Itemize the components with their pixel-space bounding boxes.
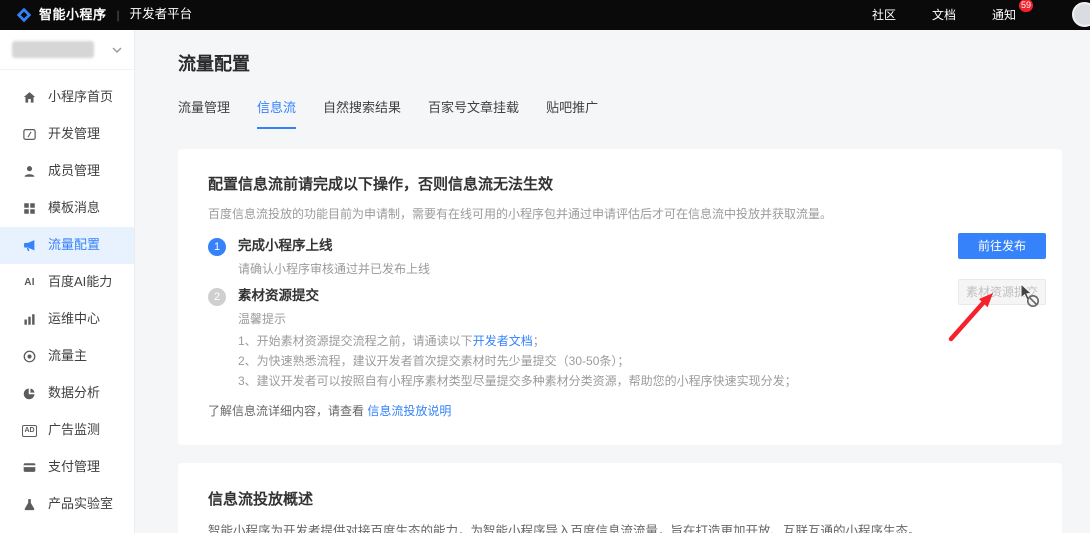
go-publish-button[interactable]: 前往发布 (958, 233, 1046, 259)
step-1-desc: 请确认小程序审核通过并已发布上线 (238, 261, 430, 278)
sidebar-item-label: 广告监测 (48, 421, 100, 439)
nav-docs-link[interactable]: 文档 (932, 7, 956, 24)
notification-badge: 59 (1019, 0, 1033, 12)
step-publish: 1 完成小程序上线 请确认小程序审核通过并已发布上线 (208, 237, 1032, 278)
step-2-title: 素材资源提交 (238, 287, 797, 306)
setup-card: 配置信息流前请完成以下操作，否则信息流无法生效 百度信息流投放的功能目前为申请制… (178, 149, 1062, 445)
tip-text: 3、建议开发者可以按照自有小程序素材类型尽量提交多种素材分类资源，帮助您的小程序… (238, 374, 797, 388)
product-lab-icon (22, 497, 37, 512)
sidebar-menu: 小程序首页 开发管理 成员管理 模板消息 流量配置 (0, 70, 134, 523)
overview-paragraph: 智能小程序为开发者提供对接百度生态的能力，为智能小程序导入百度信息流流量，旨在打… (208, 523, 1032, 533)
sidebar-item-label: 成员管理 (48, 162, 100, 180)
sidebar-item-data-analytics[interactable]: 数据分析 (0, 375, 134, 412)
sidebar-item-product-lab[interactable]: 产品实验室 (0, 486, 134, 523)
tip-item: 3、建议开发者可以按照自有小程序素材类型尽量提交多种素材分类资源，帮助您的小程序… (238, 371, 797, 391)
data-analytics-icon (22, 386, 37, 401)
sidebar-item-home[interactable]: 小程序首页 (0, 79, 134, 116)
tip-item: 2、为快速熟悉流程，建议开发者首次提交素材时先少量提交（30-50条）； (238, 351, 797, 371)
step-1-title: 完成小程序上线 (238, 237, 430, 256)
sidebar-item-label: 百度AI能力 (48, 273, 112, 291)
user-avatar[interactable] (1072, 2, 1090, 27)
tip-text: 1、开始素材资源提交流程之前，请通读以下 (238, 334, 473, 348)
brand-name: 智能小程序 (39, 6, 107, 24)
tip-text: 2、为快速熟悉流程，建议开发者首次提交素材时先少量提交（30-50条）； (238, 354, 629, 368)
sidebar-item-label: 开发管理 (48, 125, 100, 143)
ad-glyph: AD (22, 425, 37, 437)
tab-bar: 流量管理 信息流 自然搜索结果 百家号文章挂载 贴吧推广 (178, 99, 1062, 129)
sidebar-item-label: 小程序首页 (48, 88, 113, 106)
step-2-number: 2 (208, 288, 226, 306)
app-name-redacted (12, 41, 94, 58)
tips-list: 1、开始素材资源提交流程之前，请通读以下开发者文档； 2、为快速熟悉流程，建议开… (238, 331, 797, 391)
sidebar-item-members[interactable]: 成员管理 (0, 153, 134, 190)
topbar-nav: 社区 文档 通知 59 (872, 7, 1016, 24)
home-icon (22, 90, 37, 105)
ad-monitor-icon: AD (22, 423, 37, 438)
step-material-submit: 2 素材资源提交 温馨提示 1、开始素材资源提交流程之前，请通读以下开发者文档；… (208, 287, 1032, 391)
sidebar-item-label: 流量主 (48, 347, 87, 365)
nav-community-link[interactable]: 社区 (872, 7, 896, 24)
tip-item: 1、开始素材资源提交流程之前，请通读以下开发者文档； (238, 331, 797, 351)
ai-icon: AI (22, 275, 37, 290)
tab-traffic-management[interactable]: 流量管理 (178, 99, 230, 129)
sidebar-item-dev-manage[interactable]: 开发管理 (0, 116, 134, 153)
setup-card-subtitle: 百度信息流投放的功能目前为申请制，需要有在线可用的小程序包并通过申请评估后才可在… (208, 206, 1032, 223)
page-title: 流量配置 (178, 52, 1062, 77)
chevron-down-icon (112, 47, 122, 53)
baidu-smart-program-logo-icon (16, 7, 32, 23)
template-message-icon (22, 201, 37, 216)
members-icon (22, 164, 37, 179)
app-selector[interactable] (0, 30, 134, 70)
sidebar: 小程序首页 开发管理 成员管理 模板消息 流量配置 (0, 30, 135, 533)
setup-card-footer: 了解信息流详细内容，请查看 信息流投放说明 (208, 403, 1032, 420)
developer-docs-link[interactable]: 开发者文档 (473, 334, 533, 348)
sidebar-item-traffic-owner[interactable]: 流量主 (0, 338, 134, 375)
sidebar-item-label: 流量配置 (48, 236, 100, 254)
tab-baijiahao-article-mount[interactable]: 百家号文章挂载 (428, 99, 519, 129)
traffic-config-icon (22, 238, 37, 253)
tip-heading: 温馨提示 (238, 311, 797, 328)
material-submit-button[interactable]: 素材资源提交 (958, 279, 1046, 305)
step-1-number: 1 (208, 238, 226, 256)
sidebar-item-label: 数据分析 (48, 384, 100, 402)
tab-tieba-promotion[interactable]: 贴吧推广 (546, 99, 598, 129)
ops-center-icon (22, 312, 37, 327)
sidebar-item-ad-monitor[interactable]: AD 广告监测 (0, 412, 134, 449)
nav-notifications-link[interactable]: 通知 59 (992, 7, 1016, 24)
topbar: 智能小程序 | 开发者平台 社区 文档 通知 59 (0, 0, 1090, 30)
tip-text: ； (533, 334, 545, 348)
steps: 1 完成小程序上线 请确认小程序审核通过并已发布上线 2 素材资源提交 温馨提示… (208, 237, 1032, 390)
sidebar-item-label: 产品实验室 (48, 495, 113, 513)
footer-text: 了解信息流详细内容，请查看 (208, 404, 367, 418)
brand[interactable]: 智能小程序 | 开发者平台 (16, 6, 192, 24)
sidebar-item-label: 支付管理 (48, 458, 100, 476)
sidebar-item-ops-center[interactable]: 运维中心 (0, 301, 134, 338)
sidebar-item-traffic-config[interactable]: 流量配置 (0, 227, 134, 264)
payment-icon (22, 460, 37, 475)
sidebar-item-baidu-ai[interactable]: AI 百度AI能力 (0, 264, 134, 301)
tab-natural-search-results[interactable]: 自然搜索结果 (323, 99, 401, 129)
platform-title: 开发者平台 (130, 6, 193, 24)
feed-delivery-doc-link[interactable]: 信息流投放说明 (367, 404, 451, 418)
dev-manage-icon (22, 127, 37, 142)
traffic-owner-icon (22, 349, 37, 364)
main-content: 流量配置 流量管理 信息流 自然搜索结果 百家号文章挂载 贴吧推广 配置信息流前… (135, 30, 1090, 533)
setup-card-title: 配置信息流前请完成以下操作，否则信息流无法生效 (208, 174, 1032, 195)
sidebar-item-label: 模板消息 (48, 199, 100, 217)
nav-notifications-label: 通知 (992, 8, 1016, 22)
overview-card: 信息流投放概述 智能小程序为开发者提供对接百度生态的能力，为智能小程序导入百度信… (178, 463, 1062, 533)
sidebar-item-template-message[interactable]: 模板消息 (0, 190, 134, 227)
sidebar-item-payment[interactable]: 支付管理 (0, 449, 134, 486)
overview-title: 信息流投放概述 (208, 489, 1032, 510)
brand-divider: | (117, 7, 120, 24)
sidebar-item-label: 运维中心 (48, 310, 100, 328)
tab-information-flow[interactable]: 信息流 (257, 99, 296, 129)
